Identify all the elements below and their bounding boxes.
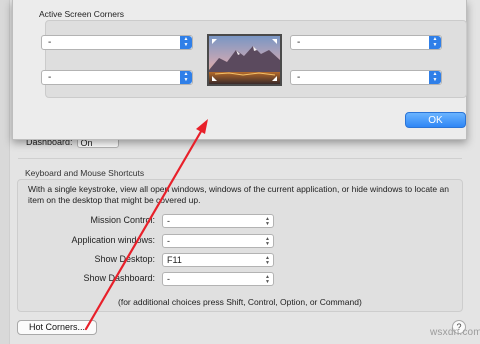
red-annotation-arrow — [84, 119, 208, 331]
